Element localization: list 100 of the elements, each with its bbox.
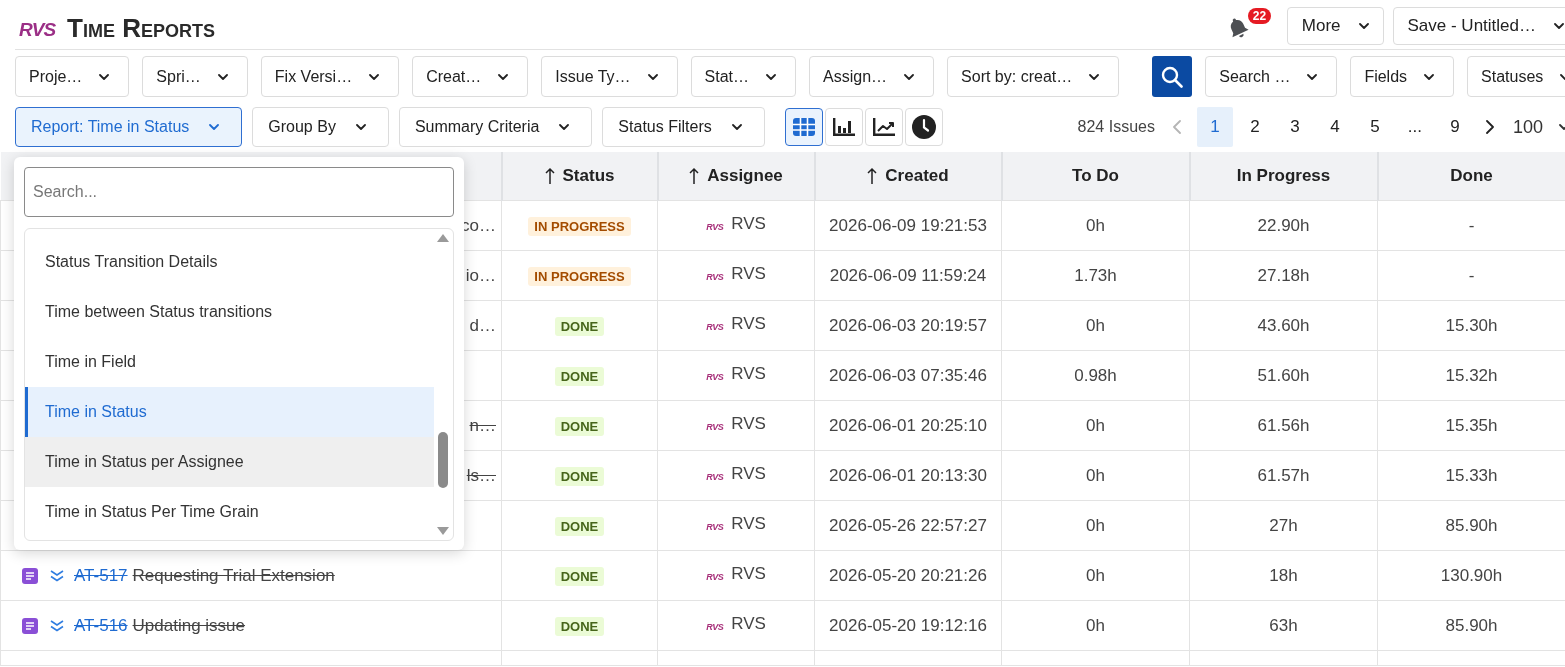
hours-value: 0h (1086, 215, 1105, 235)
hours-value: 15.32h (1445, 365, 1498, 385)
created-timestamp: 2026-06-03 07:35:46 (829, 365, 987, 385)
dropdown-button[interactable]: Sort by: creat… (947, 56, 1120, 97)
dropdown-button[interactable]: Group By (252, 107, 389, 147)
dropdown-button[interactable]: Issue Ty… (541, 56, 678, 97)
column-header[interactable]: Status (501, 152, 658, 201)
dropdown-button[interactable]: Save - Untitled… (1392, 7, 1565, 45)
menu-item[interactable]: Time in Field (25, 337, 434, 387)
issue-count: 824 Issues (1077, 118, 1155, 136)
column-header[interactable]: Created (814, 152, 1002, 201)
assignee-name: RVS (731, 413, 766, 434)
page-button[interactable]: 9 (1436, 107, 1473, 147)
page-button[interactable]: 5 (1356, 107, 1393, 147)
column-title: To Do (1072, 166, 1119, 186)
page-button[interactable]: ... (1396, 107, 1433, 147)
menu-item[interactable]: Time in Status (25, 387, 434, 437)
dropdown-button[interactable]: Spri… (142, 56, 248, 97)
created-timestamp: 2026-06-03 20:19:57 (829, 315, 987, 335)
assignee-avatar: RVS (706, 421, 724, 432)
double-chevron-down-icon (50, 569, 64, 582)
chevron-down-icon (1089, 73, 1100, 80)
assignee-name: RVS (731, 213, 766, 234)
page-button[interactable]: 2 (1236, 107, 1273, 147)
chevron-down-icon (99, 73, 110, 80)
bar-chart-icon (832, 118, 855, 136)
chevron-down-icon (1358, 23, 1369, 29)
created-timestamp: 2026-05-26 22:57:27 (829, 515, 987, 535)
hours-value: 43.60h (1257, 315, 1310, 335)
column-title: Status (562, 166, 615, 186)
column-title: Created (885, 166, 949, 186)
menu-item[interactable]: Time between Status transitions (25, 287, 434, 337)
status-badge: DONE (554, 566, 605, 586)
hours-value: 61.57h (1257, 465, 1310, 485)
issue-key-link[interactable]: AT-516 (74, 615, 128, 636)
page-size-dropdown[interactable]: 100 (1504, 107, 1565, 147)
assignee-name: RVS (731, 313, 766, 334)
column-title: In Progress (1236, 166, 1331, 186)
dropdown-button[interactable]: Report: Time in Status (15, 107, 243, 147)
chevron-down-icon (369, 73, 380, 80)
line-chart-view-button[interactable] (864, 108, 903, 146)
issue-summary: d… (469, 315, 496, 335)
search-field[interactable]: Search... (24, 167, 454, 217)
status-badge: DONE (554, 466, 605, 486)
menu-item[interactable]: Time in Status per Assignee (25, 437, 434, 487)
hours-value: 61.56h (1257, 415, 1310, 435)
assignee-name: RVS (731, 363, 766, 384)
created-timestamp: 2026-06-01 20:25:10 (829, 415, 987, 435)
hours-value: 18h (1269, 565, 1298, 585)
hours-value: 27.18h (1257, 265, 1310, 285)
menu-item[interactable]: Time in Status Per Time Grain (25, 487, 434, 537)
created-timestamp: 2026-06-01 20:13:30 (829, 465, 987, 485)
bar-chart-view-button[interactable] (824, 108, 863, 146)
scrollbar-thumb[interactable] (438, 432, 448, 488)
column-header[interactable]: In Progress (1189, 152, 1378, 201)
scroll-up-arrow-icon[interactable] (437, 234, 449, 242)
scroll-down-arrow-icon[interactable] (437, 527, 449, 535)
status-badge: DONE (554, 416, 605, 436)
note-icon (22, 617, 38, 634)
clock-view-button[interactable] (904, 108, 943, 146)
page-button[interactable]: 1 (1196, 107, 1233, 147)
dropdown-button[interactable]: Assign… (809, 56, 935, 97)
dropdown-button[interactable]: Creat… (412, 56, 529, 97)
dropdown-button[interactable]: Proje… (15, 56, 130, 97)
chevron-left-icon (1172, 120, 1181, 134)
dropdown-button[interactable]: Stat… (690, 56, 797, 97)
table-view-button[interactable] (784, 108, 823, 146)
dropdown-button[interactable]: More (1286, 7, 1384, 45)
status-badge: DONE (554, 616, 605, 636)
note-icon (22, 567, 38, 584)
chevron-down-icon (217, 73, 228, 80)
assignee-avatar: RVS (706, 471, 724, 482)
assignee-avatar: RVS (706, 321, 724, 332)
column-header[interactable]: To Do (1001, 152, 1190, 201)
status-badge: IN PROGRESS (528, 266, 631, 286)
hours-value: 0h (1086, 565, 1105, 585)
line-chart-icon (872, 118, 895, 136)
dropdown-button[interactable]: Fields (1350, 56, 1455, 97)
dropdown-button[interactable]: Search … (1205, 56, 1338, 97)
chevron-down-icon (498, 73, 509, 80)
dropdown-button[interactable]: Status Filters (602, 107, 765, 147)
dropdown-button[interactable]: Fix Versi… (260, 56, 400, 97)
search-button[interactable] (1152, 56, 1193, 97)
assignee-avatar: RVS (706, 571, 724, 582)
created-timestamp: 2026-05-20 20:21:26 (829, 565, 987, 585)
hours-value: 0.98h (1074, 365, 1117, 385)
issue-key-link[interactable]: AT-517 (74, 565, 128, 586)
dropdown-button[interactable]: Summary Criteria (398, 107, 593, 147)
issue-summary: Updating issue (132, 615, 246, 636)
dropdown-button[interactable]: Statuses (1467, 56, 1565, 97)
chevron-down-icon (209, 124, 220, 130)
chevron-down-icon (904, 73, 915, 80)
column-header[interactable]: Assignee (657, 152, 815, 201)
assignee-avatar: RVS (706, 521, 724, 532)
page-button[interactable]: 4 (1316, 107, 1353, 147)
issue-summary: io… (465, 265, 496, 285)
column-title: Done (1450, 166, 1493, 186)
column-header[interactable]: Done (1377, 152, 1565, 201)
menu-item[interactable]: Status Transition Details (25, 237, 434, 287)
page-button[interactable]: 3 (1276, 107, 1313, 147)
